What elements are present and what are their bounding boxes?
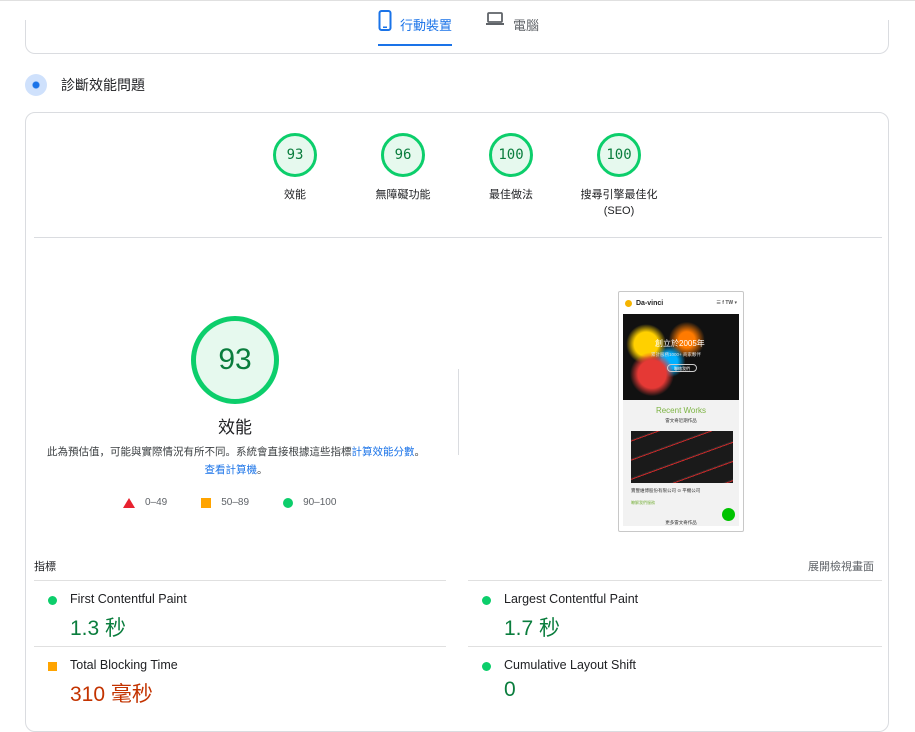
metric-cls: Cumulative Layout Shift 0 (468, 646, 882, 712)
gauge-label: 無障礙功能 (375, 189, 431, 201)
gauge-score: 100 (597, 133, 641, 177)
triangle-icon (123, 497, 135, 508)
gauge-label: 最佳做法 (489, 189, 533, 201)
gauge-score: 93 (273, 133, 317, 177)
cables-image (631, 431, 733, 483)
square-icon (201, 497, 212, 508)
legend-pass: 90–100 (283, 497, 336, 508)
score-gauges: 93 效能 96 無障礙功能 100 最佳做法 100 搜尋引擎最佳化 (SEO) (26, 133, 890, 233)
expand-view-toggle[interactable]: 展開檢視畫面 (808, 558, 874, 574)
performance-note: 此為預估值，可能與實際情況有所不同。系統會直接根據這些指標計算效能分數。 查看計… (47, 446, 425, 476)
gauge-accessibility[interactable]: 96 無障礙功能 (348, 133, 458, 203)
metric-value: 310 毫秒 (70, 683, 153, 706)
gauge-label: 效能 (284, 189, 306, 201)
section-divider (34, 237, 882, 238)
metric-name: First Contentful Paint (70, 592, 187, 606)
logo-icon (625, 299, 632, 307)
metric-lcp: Largest Contentful Paint 1.7 秒 (468, 580, 882, 646)
performance-title: 效能 (218, 418, 252, 437)
calc-score-link[interactable]: 計算效能分數 (352, 446, 415, 458)
screenshot-recent-works: Recent Works 雷文奇近期作品 實豐維博股份有限公司 ⊙ 平機公司 瞭… (623, 400, 739, 526)
diagnose-header: 診斷效能問題 (25, 74, 145, 96)
vertical-divider (458, 369, 459, 455)
gauge-score: 100 (489, 133, 533, 177)
final-screenshot[interactable]: Da-vinci ☰ f TW ▾ 創立於2005年 累計服務1000+ 商家夥… (618, 291, 744, 532)
pass-icon (482, 596, 491, 605)
legend-average: 50–89 (201, 497, 249, 508)
metric-name: Total Blocking Time (70, 658, 178, 672)
metric-fcp: First Contentful Paint 1.3 秒 (34, 580, 446, 646)
metric-value: 1.7 秒 (504, 617, 561, 640)
average-icon (48, 662, 57, 671)
pass-icon (482, 662, 491, 671)
score-legend: 0–49 50–89 90–100 (123, 497, 370, 508)
metric-name: Largest Contentful Paint (504, 592, 639, 606)
diagnose-title: 診斷效能問題 (61, 77, 145, 93)
report-card: 93 效能 96 無障礙功能 100 最佳做法 100 搜尋引擎最佳化 (SEO)… (25, 112, 889, 732)
metrics-label: 指標 (34, 561, 56, 573)
circle-icon (283, 497, 294, 508)
gauge-seo[interactable]: 100 搜尋引擎最佳化 (SEO) (564, 133, 674, 219)
metric-value: 0 (504, 678, 516, 701)
gauge-best-practices[interactable]: 100 最佳做法 (456, 133, 566, 203)
calculator-link[interactable]: 查看計算機 (205, 464, 258, 476)
metric-value: 1.3 秒 (70, 617, 127, 640)
metric-tbt: Total Blocking Time 310 毫秒 (34, 646, 446, 712)
previous-section-card (25, 20, 889, 54)
screenshot-hero: 創立於2005年 累計服務1000+ 商家夥伴 聯絡我們 (623, 314, 739, 400)
screenshot-header: Da-vinci ☰ f TW ▾ (619, 292, 743, 314)
gauge-label: 搜尋引擎最佳化 (SEO) (580, 189, 658, 217)
gauge-performance[interactable]: 93 效能 (240, 133, 350, 203)
performance-score-gauge: 93 (191, 316, 279, 404)
gauge-score: 96 (381, 133, 425, 177)
pagespeed-icon (25, 74, 47, 96)
metric-name: Cumulative Layout Shift (504, 658, 637, 672)
pass-icon (48, 596, 57, 605)
legend-fail: 0–49 (123, 497, 167, 508)
